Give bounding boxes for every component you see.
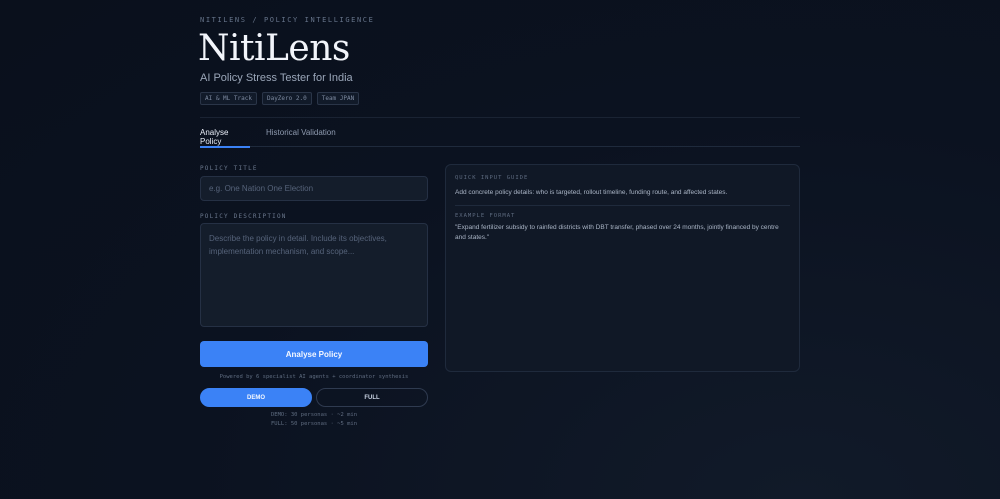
- policy-description-label: POLICY DESCRIPTION: [200, 213, 287, 220]
- analyse-policy-button[interactable]: Analyse Policy: [200, 341, 428, 367]
- tab-analyse-policy[interactable]: Analyse Policy: [200, 128, 250, 148]
- badge-track: AI & ML Track: [200, 92, 257, 105]
- full-mode-button[interactable]: FULL: [316, 388, 428, 407]
- demo-mode-note: DEMO: 30 personas · ~2 min: [270, 412, 358, 418]
- powered-by-text: Powered by 6 specialist AI agents + coor…: [219, 374, 409, 380]
- badge-row: AI & ML Track DayZero 2.0 Team JPAN: [200, 92, 360, 105]
- tab-bar: Analyse Policy Historical Validation: [200, 117, 800, 148]
- guide-label: QUICK INPUT GUIDE: [455, 175, 529, 181]
- badge-event: DayZero 2.0: [261, 92, 312, 105]
- policy-description-textarea[interactable]: [200, 223, 428, 327]
- example-format-label: EXAMPLE FORMAT: [455, 213, 516, 219]
- policy-title-label: POLICY TITLE: [200, 165, 258, 172]
- guide-text: Add concrete policy details: who is targ…: [455, 189, 728, 196]
- app-tagline: AI Policy Stress Tester for India: [200, 72, 353, 84]
- eyebrow-text: NITILENS / POLICY INTELLIGENCE: [200, 16, 375, 24]
- full-mode-note: FULL: 50 personas · ~5 min: [270, 421, 358, 427]
- badge-team: Team JPAN: [316, 92, 360, 105]
- app-title: NitiLens: [198, 28, 350, 69]
- demo-mode-button[interactable]: DEMO: [200, 388, 312, 407]
- quick-input-guide-panel: QUICK INPUT GUIDE Add concrete policy de…: [445, 164, 800, 372]
- guide-divider: [455, 205, 790, 206]
- tab-historical-validation[interactable]: Historical Validation: [266, 128, 336, 148]
- policy-title-input[interactable]: [200, 176, 428, 201]
- example-format-text: "Expand fertilizer subsidy to rainfed di…: [455, 224, 779, 241]
